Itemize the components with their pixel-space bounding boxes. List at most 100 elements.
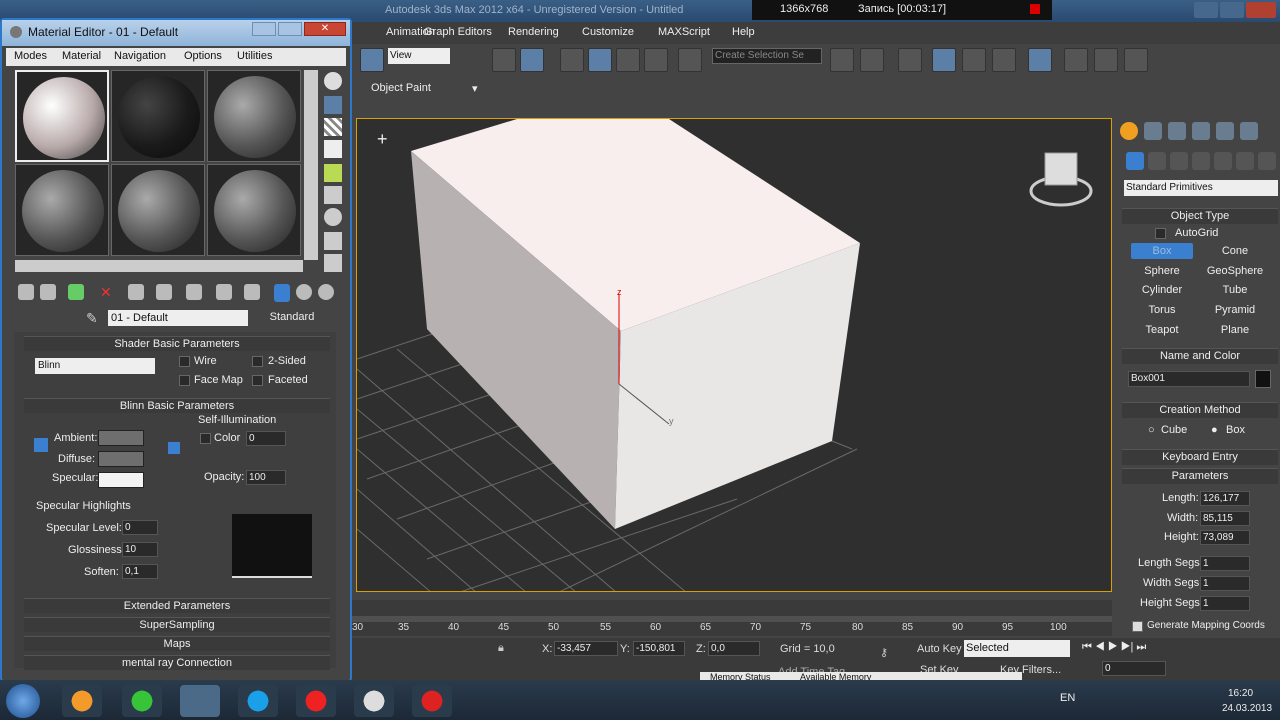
two-sided-checkbox[interactable] <box>252 356 263 367</box>
diffuse-map-icon[interactable] <box>168 442 180 454</box>
blinn-basic-parameters-rollout[interactable]: Blinn Basic Parameters <box>24 398 330 413</box>
modify-tab-icon[interactable] <box>1144 122 1162 140</box>
uv-tiling-icon[interactable] <box>324 140 342 158</box>
glossiness-spinner[interactable]: 10 <box>122 542 158 557</box>
cylinder-button[interactable]: Cylinder <box>1131 282 1193 298</box>
me-maximize-button[interactable] <box>278 22 302 36</box>
put-to-scene-icon[interactable] <box>40 284 56 300</box>
display-tab-icon[interactable] <box>1216 122 1234 140</box>
height-field[interactable]: 73,089 <box>1200 530 1250 545</box>
shader-dropdown[interactable]: Blinn <box>35 358 155 374</box>
3dsmax-logo-icon[interactable] <box>354 685 394 717</box>
select-icon[interactable] <box>360 48 384 72</box>
shader-basic-parameters-rollout[interactable]: Shader Basic Parameters <box>24 336 330 351</box>
hierarchy-tab-icon[interactable] <box>1168 122 1186 140</box>
ribbon-menu-icon[interactable]: ▾ <box>472 82 478 95</box>
menu-rendering[interactable]: Rendering <box>508 26 559 38</box>
faceted-checkbox[interactable] <box>252 375 263 386</box>
cube-radio-icon[interactable]: ○ <box>1148 424 1155 436</box>
schematic-view-icon[interactable] <box>992 48 1016 72</box>
soften-spinner[interactable]: 0,1 <box>122 564 158 579</box>
material-editor-icon[interactable] <box>1028 48 1052 72</box>
shapes-icon[interactable] <box>1148 152 1166 170</box>
extended-parameters-rollout[interactable]: Extended Parameters <box>24 598 330 613</box>
key-icon[interactable]: ⚷ <box>880 646 888 659</box>
geosphere-button[interactable]: GeoSphere <box>1204 263 1266 279</box>
supersampling-rollout[interactable]: SuperSampling <box>24 617 330 632</box>
diffuse-color-swatch[interactable] <box>98 451 144 467</box>
rollout-keyboard-entry[interactable]: Keyboard Entry <box>1122 449 1278 465</box>
options-icon[interactable] <box>324 208 342 226</box>
object-paint-tab[interactable]: Object Paint <box>371 82 431 94</box>
snap-icon[interactable] <box>560 48 584 72</box>
edit-named-selections-icon[interactable] <box>678 48 702 72</box>
specular-color-swatch[interactable] <box>98 472 144 488</box>
ribbon-icon[interactable] <box>932 48 956 72</box>
perspective-viewport[interactable]: z y + <box>356 118 1112 592</box>
key-mode-select[interactable]: Selected <box>964 640 1070 657</box>
me-menu-options[interactable]: Options <box>184 50 222 62</box>
background-icon[interactable] <box>324 118 342 136</box>
lock-icon[interactable]: 🔒︎ <box>498 642 504 655</box>
material-name-field[interactable]: 01 - Default <box>108 310 248 326</box>
object-color-swatch[interactable] <box>1255 370 1271 388</box>
pyramid-button[interactable]: Pyramid <box>1204 302 1266 318</box>
systems-icon[interactable] <box>1258 152 1276 170</box>
me-menu-navigation[interactable]: Navigation <box>114 50 166 62</box>
me-menu-utilities[interactable]: Utilities <box>237 50 272 62</box>
select-by-material-icon[interactable] <box>324 232 342 250</box>
mental-ray-connection-rollout[interactable]: mental ray Connection <box>24 655 330 670</box>
show-end-result-icon[interactable] <box>274 284 290 302</box>
y-coordinate-field[interactable]: -150,801 <box>633 641 685 656</box>
me-minimize-button[interactable] <box>252 22 276 36</box>
make-copy-icon[interactable] <box>128 284 144 300</box>
show-shaded-material-icon[interactable] <box>244 284 260 300</box>
geometry-icon[interactable] <box>1126 152 1144 170</box>
width-segs-field[interactable]: 1 <box>1200 576 1250 591</box>
minimize-button[interactable] <box>1194 2 1218 18</box>
move-icon[interactable] <box>492 48 516 72</box>
material-slot-1[interactable] <box>15 70 109 162</box>
z-coordinate-field[interactable]: 0,0 <box>708 641 760 656</box>
mirror-icon[interactable] <box>830 48 854 72</box>
skype-icon[interactable] <box>238 685 278 717</box>
box-radio-icon[interactable]: ● <box>1211 424 1218 436</box>
close-button[interactable] <box>1246 2 1276 18</box>
lock-ambient-diffuse-icon[interactable] <box>34 438 48 452</box>
go-forward-sibling-icon[interactable] <box>318 284 334 300</box>
angle-snap-icon[interactable] <box>588 48 612 72</box>
media-player-icon[interactable] <box>62 685 102 717</box>
curve-editor-icon[interactable] <box>962 48 986 72</box>
autogrid-checkbox[interactable] <box>1155 228 1166 239</box>
create-tab-icon[interactable] <box>1120 122 1138 140</box>
wire-checkbox[interactable] <box>179 356 190 367</box>
rollout-parameters[interactable]: Parameters <box>1122 468 1278 484</box>
assign-to-selection-icon[interactable] <box>68 284 84 300</box>
maps-rollout[interactable]: Maps <box>24 636 330 651</box>
self-illum-color-checkbox[interactable] <box>200 433 211 444</box>
material-slot-5[interactable] <box>111 164 205 256</box>
object-name-field[interactable]: Box001 <box>1128 371 1250 387</box>
current-frame-field[interactable]: 0 <box>1102 661 1166 676</box>
menu-help[interactable]: Help <box>732 26 755 38</box>
reset-material-icon[interactable]: ✕ <box>100 284 112 301</box>
material-type-button[interactable]: Standard <box>252 309 332 326</box>
view-dropdown[interactable]: View <box>388 48 450 64</box>
me-menu-modes[interactable]: Modes <box>14 50 47 62</box>
clock-time[interactable]: 16:20 <box>1228 688 1253 699</box>
percent-snap-icon[interactable] <box>616 48 640 72</box>
torus-button[interactable]: Torus <box>1131 302 1193 318</box>
category-dropdown[interactable]: Standard Primitives <box>1124 180 1278 196</box>
x-coordinate-field[interactable]: -33,457 <box>554 641 618 656</box>
eyedropper-icon[interactable]: ✎ <box>86 310 98 327</box>
material-id-channel-icon[interactable] <box>216 284 232 300</box>
auto-key-button[interactable]: Auto Key <box>917 643 962 655</box>
self-illum-spinner[interactable]: 0 <box>246 431 286 446</box>
record-stop-icon[interactable] <box>1030 4 1040 14</box>
start-button[interactable] <box>6 684 40 718</box>
make-preview-icon[interactable] <box>324 186 342 204</box>
render-icon[interactable] <box>1124 48 1148 72</box>
language-indicator[interactable]: EN <box>1060 692 1075 704</box>
material-slot-6[interactable] <box>207 164 301 256</box>
get-material-icon[interactable] <box>18 284 34 300</box>
